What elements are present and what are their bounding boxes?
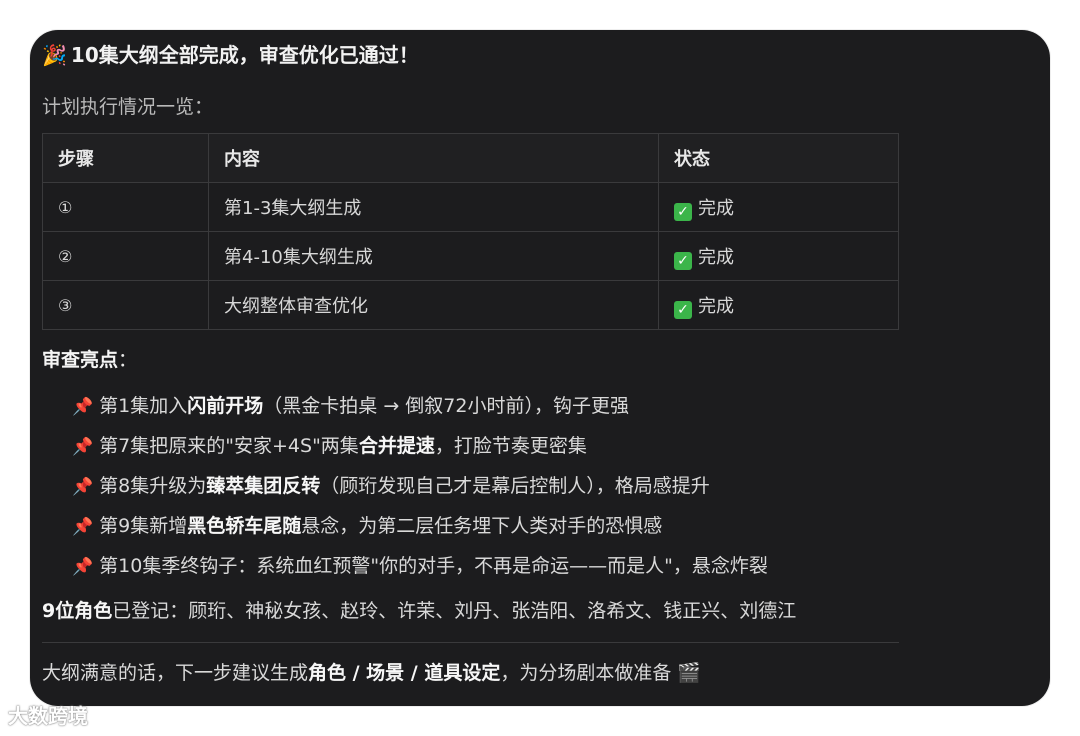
table-row: ② 第4-10集大纲生成 ✓ 完成: [42, 231, 899, 281]
pushpin-icon: 📌: [72, 437, 94, 457]
divider: [42, 642, 899, 643]
review-section-title: 审查亮点：: [42, 345, 137, 372]
highlight-pre: 第8集升级为: [99, 475, 207, 497]
step-cell: ③: [42, 280, 209, 330]
highlight-post: ，打脸节奏更密集: [434, 435, 587, 457]
status-cell: ✓ 完成: [658, 182, 899, 232]
highlight-pre: 第1集加入: [99, 395, 188, 417]
check-mark-icon: ✓: [674, 300, 692, 319]
review-title-suffix: ：: [118, 349, 138, 371]
status-text: 完成: [698, 246, 734, 268]
clapperboard-icon: 🎬: [677, 662, 702, 684]
status-text: 完成: [698, 295, 734, 317]
highlight-post: （顾珩发现自己才是幕后控制人），格局感提升: [320, 475, 710, 497]
highlight-bold: 臻萃集团反转: [206, 475, 321, 497]
table-header-step: 步骤: [42, 133, 209, 183]
roles-summary: 9位角色已登记：顾珩、神秘女孩、赵玲、许茉、刘丹、张浩阳、洛希文、钱正兴、刘德江: [42, 596, 796, 623]
pushpin-icon: 📌: [72, 397, 94, 417]
watermark-logo: 大数跨境: [8, 704, 88, 728]
check-mark-icon: ✓: [674, 202, 692, 221]
highlight-post: 悬念，为第二层任务埋下人类对手的恐惧感: [301, 515, 663, 537]
review-title: 审查亮点: [42, 349, 119, 371]
step-cell: ②: [42, 231, 209, 281]
chat-message-card: 🎉 10集大纲全部完成，审查优化已通过！ 计划执行情况一览： 步骤 内容 状态 ①…: [30, 30, 1050, 706]
party-popper-icon: 🎉: [42, 43, 67, 67]
highlight-bold: 闪前开场: [187, 395, 264, 417]
highlights-list: 📌 第1集加入闪前开场（黑金卡拍桌 → 倒叙72小时前），钩子更强 📌 第7集把原来…: [72, 388, 768, 588]
next-step-post: ，为分场剧本做准备: [500, 662, 672, 684]
roles-list: 已登记：顾珩、神秘女孩、赵玲、许茉、刘丹、张浩阳、洛希文、钱正兴、刘德江: [112, 600, 797, 622]
content-cell: 第4-10集大纲生成: [208, 231, 659, 281]
next-step-suggestion: 大纲满意的话，下一步建议生成角色 / 场景 / 道具设定，为分场剧本做准备 🎬: [42, 658, 701, 685]
table-header-content: 内容: [208, 133, 659, 183]
pushpin-icon: 📌: [72, 477, 94, 497]
step-cell: ①: [42, 182, 209, 232]
status-cell: ✓ 完成: [658, 231, 899, 281]
message-headline: 🎉 10集大纲全部完成，审查优化已通过！: [42, 40, 419, 70]
content-cell: 第1-3集大纲生成: [208, 182, 659, 232]
list-item: 📌 第1集加入闪前开场（黑金卡拍桌 → 倒叙72小时前），钩子更强: [72, 388, 768, 428]
table-row: ③ 大纲整体审查优化 ✓ 完成: [42, 280, 899, 330]
next-step-bold: 角色 / 场景 / 道具设定: [308, 662, 501, 684]
content-cell: 大纲整体审查优化: [208, 280, 659, 330]
pushpin-icon: 📌: [72, 517, 94, 537]
next-step-pre: 大纲满意的话，下一步建议生成: [42, 662, 309, 684]
list-item: 📌 第7集把原来的"安家+4S"两集合并提速，打脸节奏更密集: [72, 428, 768, 468]
table-header-row: 步骤 内容 状态: [42, 133, 899, 183]
table-row: ① 第1-3集大纲生成 ✓ 完成: [42, 182, 899, 232]
highlight-post: （黑金卡拍桌 → 倒叙72小时前），钩子更强: [263, 395, 629, 417]
roles-count: 9位角色: [42, 600, 113, 622]
highlight-bold: 合并提速: [358, 435, 435, 457]
plan-table: 步骤 内容 状态 ① 第1-3集大纲生成 ✓ 完成 ② 第4-10集大纲生成 ✓ 完…: [42, 133, 899, 330]
highlight-pre: 第10集季终钩子：系统血红预警"你的对手，不再是命运——而是人"，悬念炸裂: [99, 555, 768, 577]
headline-text: 10集大纲全部完成，审查优化已通过！: [70, 43, 419, 67]
list-item: 📌 第9集新增黑色轿车尾随悬念，为第二层任务埋下人类对手的恐惧感: [72, 508, 768, 548]
highlight-pre: 第9集新增: [99, 515, 188, 537]
status-cell: ✓ 完成: [658, 280, 899, 330]
highlight-bold: 黑色轿车尾随: [187, 515, 302, 537]
status-text: 完成: [698, 197, 734, 219]
pushpin-icon: 📌: [72, 557, 94, 577]
list-item: 📌 第10集季终钩子：系统血红预警"你的对手，不再是命运——而是人"，悬念炸裂: [72, 548, 768, 588]
list-item: 📌 第8集升级为臻萃集团反转（顾珩发现自己才是幕后控制人），格局感提升: [72, 468, 768, 508]
table-header-status: 状态: [658, 133, 899, 183]
check-mark-icon: ✓: [674, 251, 692, 270]
highlight-pre: 第7集把原来的"安家+4S"两集: [99, 435, 359, 457]
plan-subtitle: 计划执行情况一览：: [42, 96, 214, 118]
